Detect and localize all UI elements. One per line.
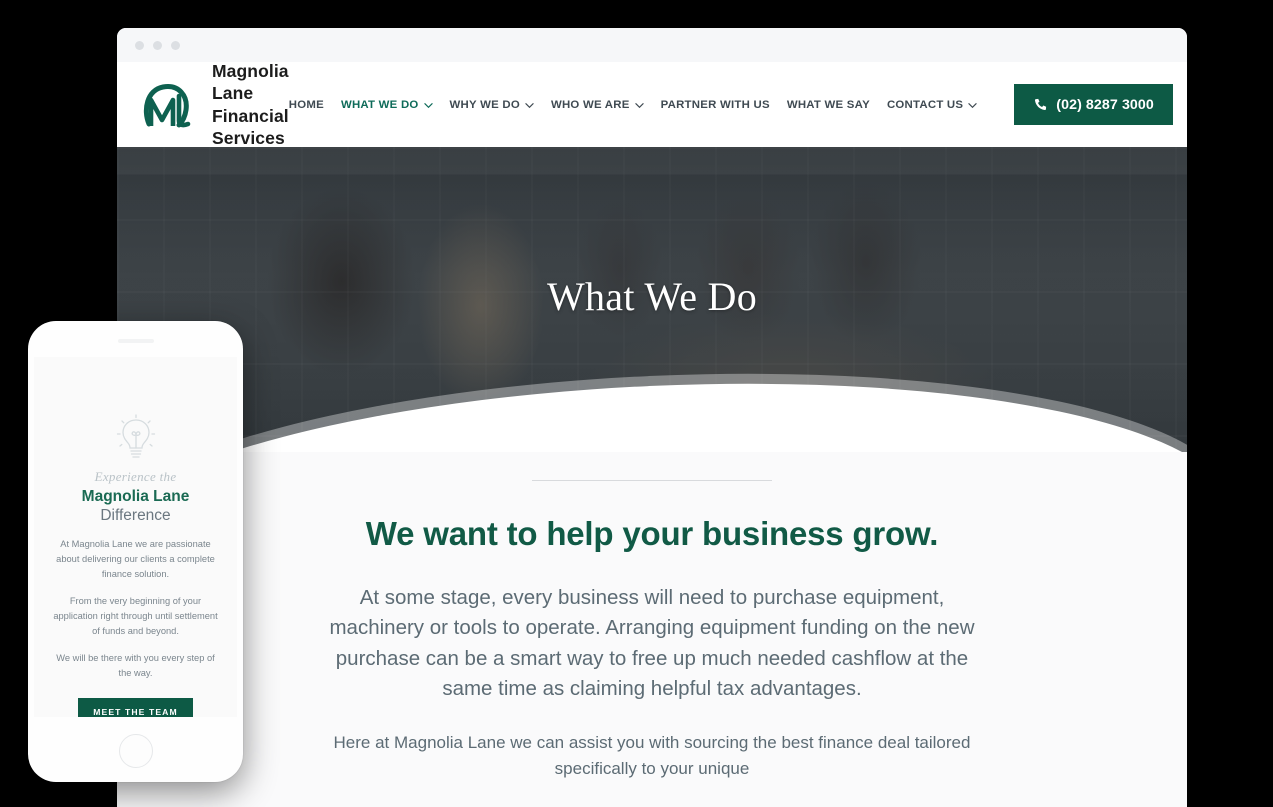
nav-item-label: WHAT WE DO xyxy=(340,98,419,111)
meet-the-team-button[interactable]: MEET THE TEAM xyxy=(78,698,193,717)
section-divider xyxy=(532,480,772,481)
chevron-down-icon xyxy=(634,101,644,110)
lightbulb-icon xyxy=(115,413,157,461)
site-header: Magnolia Lane Financial Services HOME WH… xyxy=(117,60,1187,148)
hero-title: What We Do xyxy=(546,274,758,319)
nav-item-contact-us[interactable]: CONTACT US xyxy=(887,99,977,111)
page-title: We want to help your business grow. xyxy=(365,515,939,552)
nav-item-label: PARTNER WITH US xyxy=(660,98,770,111)
phone-number-label: (02) 8287 3000 xyxy=(1056,96,1154,113)
phone-cta-button[interactable]: (02) 8287 3000 xyxy=(1014,84,1173,125)
window-close-dot[interactable] xyxy=(135,40,144,50)
phone-mockup: Experience the Magnolia Lane Difference … xyxy=(28,321,243,782)
nav-item-label: CONTACT US xyxy=(886,98,964,111)
chevron-down-icon xyxy=(525,101,534,110)
main-content: We want to help your business grow. At s… xyxy=(117,452,1187,807)
hero-section: What We Do xyxy=(117,147,1187,452)
nav-item-what-we-say[interactable]: WHAT WE SAY xyxy=(787,99,870,111)
window-maximize-dot[interactable] xyxy=(171,40,180,50)
nav-item-what-we-do[interactable]: WHAT WE DO xyxy=(341,99,433,111)
brand-logo-link[interactable]: Magnolia Lane Financial Services xyxy=(141,60,289,148)
nav-item-label: WHY WE DO xyxy=(449,98,520,111)
phone-screen: Experience the Magnolia Lane Difference … xyxy=(34,357,237,717)
secondary-paragraph: Here at Magnolia Lane we can assist you … xyxy=(333,733,971,778)
phone-paragraph-3: We will be there with you every step of … xyxy=(56,653,215,679)
chevron-down-icon xyxy=(423,101,433,110)
browser-titlebar xyxy=(117,28,1187,62)
browser-window: Magnolia Lane Financial Services HOME WH… xyxy=(117,28,1187,807)
phone-paragraph-1: At Magnolia Lane we are passionate about… xyxy=(56,539,215,580)
brand-name: Magnolia Lane Financial Services xyxy=(212,61,289,148)
window-minimize-dot[interactable] xyxy=(153,40,162,50)
main-navigation: HOME WHAT WE DO WHY WE DO WHO WE ARE PAR… xyxy=(289,84,1173,125)
nav-item-label: WHO WE ARE xyxy=(550,98,630,111)
phone-home-button[interactable] xyxy=(118,734,153,768)
nav-item-partner-with-us[interactable]: PARTNER WITH US xyxy=(661,99,770,111)
phone-paragraph-2: From the very beginning of your applicat… xyxy=(53,596,218,637)
nav-item-why-we-do[interactable]: WHY WE DO xyxy=(450,99,534,111)
nav-item-label: WHAT WE SAY xyxy=(786,98,870,111)
phone-eyebrow-text: Experience the xyxy=(94,469,177,484)
phone-speaker xyxy=(117,339,154,343)
nav-item-who-we-are[interactable]: WHO WE ARE xyxy=(551,99,644,111)
ml-monogram-logo-icon xyxy=(141,80,199,130)
phone-title-secondary: Difference xyxy=(100,507,171,524)
phone-title-primary: Magnolia Lane xyxy=(81,488,190,505)
nav-item-label: HOME xyxy=(288,98,324,111)
intro-paragraph: At some stage, every business will need … xyxy=(329,586,975,700)
chevron-down-icon xyxy=(968,101,977,110)
nav-item-home[interactable]: HOME xyxy=(289,99,324,111)
phone-icon xyxy=(1033,97,1048,112)
